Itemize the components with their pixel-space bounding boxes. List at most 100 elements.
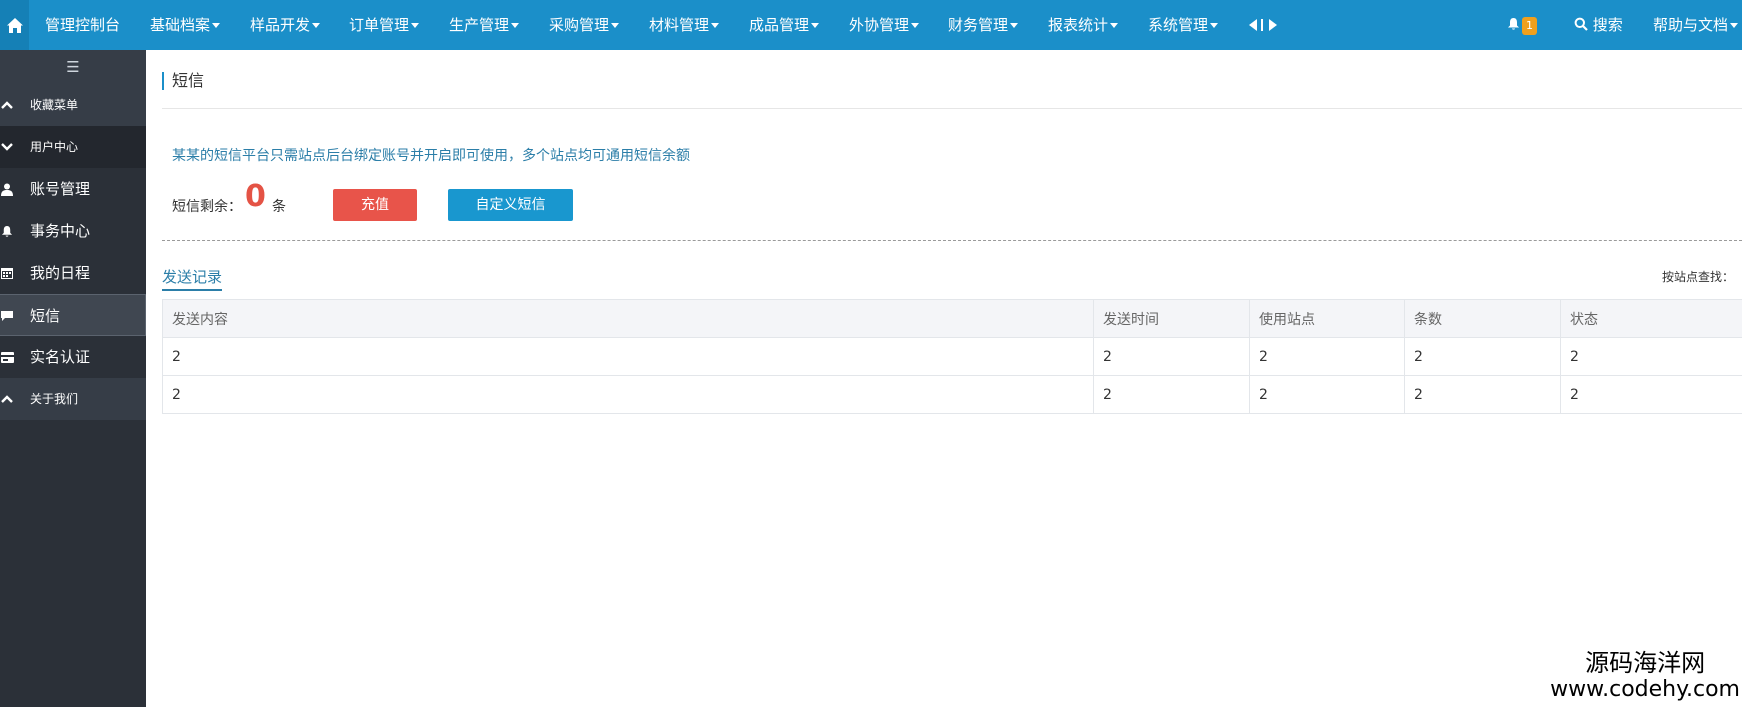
watermark: 源码海洋网 www.codehy.com <box>1550 649 1740 703</box>
nav-menu-label: 采购管理 <box>549 16 610 34</box>
sidebar-item-label: 我的日程 <box>30 264 91 282</box>
bell-icon <box>0 210 14 252</box>
chevron-down-icon <box>1210 23 1219 28</box>
help-docs-menu[interactable]: 帮助与文档 <box>1653 0 1739 50</box>
sidebar-group-label: 用户中心 <box>30 140 79 154</box>
nav-menu-label: 系统管理 <box>1148 16 1209 34</box>
nav-menu-item[interactable]: 外协管理 <box>849 0 920 50</box>
nav-menu-label: 基础档案 <box>150 16 211 34</box>
comment-icon <box>0 295 14 337</box>
table-row[interactable]: 2 2 2 2 2 <box>162 375 1742 414</box>
divider <box>162 240 1742 241</box>
help-label: 帮助与文档 <box>1653 16 1729 34</box>
site-search-label: 按站点查找： <box>1661 270 1734 284</box>
sms-notice-text: 某某的短信平台只需站点后台绑定账号并开启即可使用，多个站点均可通用短信余额 <box>172 148 690 164</box>
table-header-row: 发送内容 发送时间 使用站点 条数 状态 <box>162 299 1742 338</box>
sms-remain-label: 短信剩余： <box>172 199 242 215</box>
sidebar-toggle-button[interactable]: ☰ <box>0 50 146 84</box>
sidebar-group-about[interactable]: 关于我们 <box>0 378 146 420</box>
sidebar-item-label: 事务中心 <box>30 222 91 240</box>
table-cell: 2 <box>1560 375 1742 414</box>
nav-menu-label: 生产管理 <box>449 16 510 34</box>
table-cell: 2 <box>1560 337 1742 376</box>
custom-sms-button[interactable]: 自定义短信 <box>448 189 573 221</box>
column-header-count: 条数 <box>1404 299 1561 338</box>
table-cell: 2 <box>1093 375 1250 414</box>
nav-menu-item[interactable]: 订单管理 <box>349 0 420 50</box>
table-row[interactable]: 2 2 2 2 2 <box>162 337 1742 376</box>
chevron-down-icon <box>711 23 720 28</box>
chevron-down-icon <box>811 23 820 28</box>
nav-menu-label: 订单管理 <box>349 16 410 34</box>
search-button[interactable]: 搜索 <box>1574 0 1623 50</box>
main-content: 短信 某某的短信平台只需站点后台绑定账号并开启即可使用，多个站点均可通用短信余额… <box>146 50 1742 707</box>
chevron-down-icon <box>1010 23 1019 28</box>
nav-menu-item[interactable]: 成品管理 <box>749 0 820 50</box>
recharge-button[interactable]: 充值 <box>333 189 417 221</box>
sms-remain-unit: 条 <box>272 199 286 215</box>
nav-menu-item[interactable]: 采购管理 <box>549 0 620 50</box>
sidebar-item-label: 账号管理 <box>30 180 91 198</box>
sidebar-item-affairs[interactable]: 事务中心 <box>0 210 146 252</box>
column-header-time: 发送时间 <box>1093 299 1250 338</box>
chevron-down-icon <box>411 23 420 28</box>
sidebar-group-label: 收藏菜单 <box>30 98 79 112</box>
column-header-site: 使用站点 <box>1249 299 1405 338</box>
nav-menu-label: 成品管理 <box>749 16 810 34</box>
bell-icon <box>1508 18 1519 30</box>
sidebar-item-sms[interactable]: 短信 <box>0 294 146 336</box>
chevron-down-icon <box>312 23 321 28</box>
nav-menu-label: 材料管理 <box>649 16 710 34</box>
page-title: 短信 <box>162 72 204 90</box>
chevron-down-icon <box>1110 23 1119 28</box>
chevron-up-icon <box>0 84 14 126</box>
calendar-icon <box>0 252 14 294</box>
chevron-down-icon <box>511 23 520 28</box>
notification-badge: 1 <box>1522 17 1537 35</box>
chevron-down-icon <box>0 126 14 168</box>
table-cell: 2 <box>162 337 1094 376</box>
sidebar-item-label: 短信 <box>30 307 61 325</box>
nav-menu-item[interactable]: 生产管理 <box>449 0 520 50</box>
nav-menu-item[interactable]: 基础档案 <box>150 0 221 50</box>
nav-menu-label: 财务管理 <box>948 16 1009 34</box>
column-header-status: 状态 <box>1560 299 1742 338</box>
watermark-url: www.codehy.com <box>1550 677 1740 702</box>
nav-menu-label: 报表统计 <box>1048 16 1109 34</box>
chevron-down-icon <box>911 23 920 28</box>
table-cell: 2 <box>1093 337 1250 376</box>
nav-menu-label: 管理控制台 <box>45 16 121 34</box>
top-nav-bar: 管理控制台 基础档案 样品开发 订单管理 生产管理 采购管理 材料管理 成品管理 外协管理 财务管… <box>0 0 1742 50</box>
nav-menu-item[interactable]: 材料管理 <box>649 0 720 50</box>
sidebar-item-verification[interactable]: 实名认证 <box>0 336 146 378</box>
table-cell: 2 <box>1249 337 1405 376</box>
notification-button[interactable]: 1 <box>1507 0 1537 50</box>
sidebar: ☰ 收藏菜单 用户中心 账号管理 事务中心 我的日程 短信 实名认证 关于我们 <box>0 50 146 707</box>
watermark-title: 源码海洋网 <box>1585 649 1706 677</box>
nav-menu-label: 样品开发 <box>250 16 311 34</box>
search-icon <box>1574 17 1588 31</box>
search-label: 搜索 <box>1592 16 1623 34</box>
sidebar-item-label: 实名认证 <box>30 348 91 366</box>
sidebar-group-label: 关于我们 <box>30 392 79 406</box>
table-cell: 2 <box>162 375 1094 414</box>
nav-menu-item[interactable]: 系统管理 <box>1148 0 1219 50</box>
tab-send-records[interactable]: 发送记录 <box>162 266 223 291</box>
home-button[interactable] <box>0 0 29 50</box>
user-icon <box>0 168 14 210</box>
home-icon <box>6 17 23 33</box>
id-card-icon <box>0 336 14 378</box>
sidebar-group-favorites[interactable]: 收藏菜单 <box>0 84 146 126</box>
sidebar-item-account[interactable]: 账号管理 <box>0 168 146 210</box>
nav-menu-item[interactable]: 报表统计 <box>1048 0 1119 50</box>
sidebar-group-user-center[interactable]: 用户中心 <box>0 126 146 168</box>
nav-menu-label: 外协管理 <box>849 16 910 34</box>
nav-menu-item[interactable]: 财务管理 <box>948 0 1019 50</box>
sidebar-item-schedule[interactable]: 我的日程 <box>0 252 146 294</box>
table-cell: 2 <box>1404 375 1561 414</box>
divider <box>162 108 1742 109</box>
nav-menu-item[interactable]: 样品开发 <box>250 0 321 50</box>
nav-menu-item[interactable]: 管理控制台 <box>45 0 120 50</box>
table-cell: 2 <box>1249 375 1405 414</box>
collapse-toggle-icon[interactable] <box>1248 0 1278 50</box>
